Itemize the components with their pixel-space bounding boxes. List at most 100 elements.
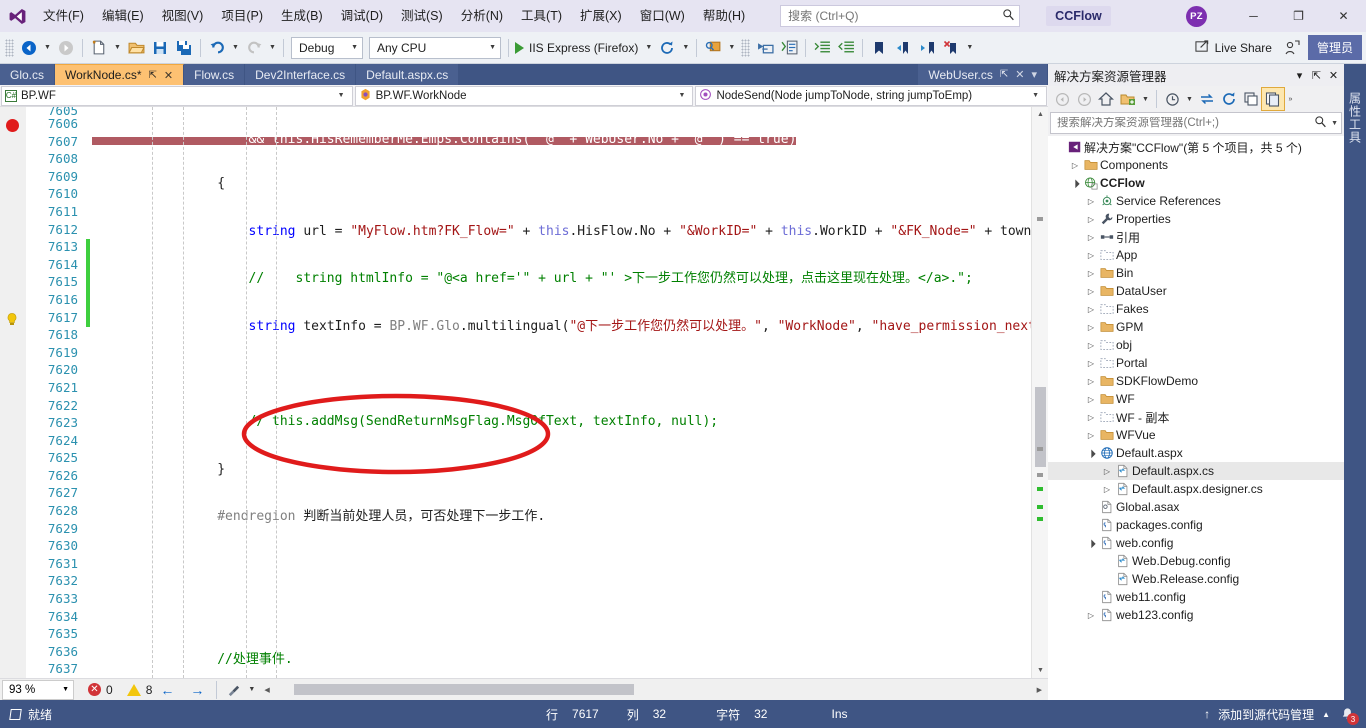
code-editor[interactable]: 7605 7606 7607 7608 7609 7610 7611 7612 …: [0, 107, 1048, 678]
toolbar-overflow-icon[interactable]: ▼: [963, 36, 976, 60]
source-control-chevron-icon[interactable]: ▲: [1322, 710, 1330, 719]
tree-item[interactable]: ▷ Service References: [1048, 192, 1344, 210]
pin-icon[interactable]: ⇱: [1000, 69, 1008, 80]
tree-item[interactable]: ▷ 引用: [1048, 228, 1344, 246]
tree-item[interactable]: ▷ DataUser: [1048, 282, 1344, 300]
tree-item[interactable]: ▷ Default.aspx.cs: [1048, 462, 1344, 480]
increase-indent-icon[interactable]: [810, 36, 834, 60]
scroll-up-icon[interactable]: ▲: [1032, 107, 1048, 122]
redo-icon[interactable]: [242, 36, 266, 60]
member-combo[interactable]: NodeSend(Node jumpToNode, string jumpToE…: [695, 85, 1047, 106]
show-all-files-dropdown-icon[interactable]: ▼: [1139, 87, 1152, 111]
tree-item[interactable]: Web.Release.config: [1048, 570, 1344, 588]
quick-actions-bulb-icon[interactable]: [6, 313, 18, 326]
collapse-all-icon[interactable]: [1240, 88, 1262, 110]
hot-reload-icon[interactable]: [655, 36, 679, 60]
previous-bookmark-icon[interactable]: [891, 36, 915, 60]
zoom-level-combo[interactable]: 93 % ▼: [2, 679, 74, 700]
tree-item[interactable]: ▷ WFVue: [1048, 426, 1344, 444]
error-count-group[interactable]: ✕ 0: [88, 683, 113, 697]
restore-button[interactable]: ❐: [1276, 0, 1321, 32]
tree-item[interactable]: ▷ GPM: [1048, 318, 1344, 336]
search-options-dropdown-icon[interactable]: ▼: [1327, 120, 1338, 127]
next-bookmark-icon[interactable]: [915, 36, 939, 60]
expand-chevron-icon[interactable]: ▷: [1084, 359, 1098, 368]
navigate-forward-icon[interactable]: [54, 36, 78, 60]
undo-icon[interactable]: [205, 36, 229, 60]
minimize-button[interactable]: ─: [1231, 0, 1276, 32]
tab-glo-cs[interactable]: Glo.cs: [0, 64, 56, 85]
forward-icon[interactable]: [1073, 88, 1095, 110]
save-icon[interactable]: [148, 36, 172, 60]
menu-build[interactable]: 生成(B): [272, 0, 332, 32]
redo-dropdown-icon[interactable]: ▼: [266, 36, 279, 60]
menu-test[interactable]: 测试(S): [392, 0, 452, 32]
code-text-area[interactable]: && this.HisRememberMe.Emps.Contains( "@"…: [86, 107, 1031, 678]
tab-flow-cs[interactable]: Flow.cs: [184, 64, 246, 85]
tab-default-aspx-cs[interactable]: Default.aspx.cs: [356, 64, 460, 85]
navigate-backward-icon[interactable]: [17, 36, 41, 60]
pending-changes-dropdown-icon[interactable]: ▼: [1183, 87, 1196, 111]
tree-item[interactable]: ▷ SDKFlowDemo: [1048, 372, 1344, 390]
editor-vertical-scrollbar[interactable]: ▲ ▼: [1031, 107, 1048, 678]
expand-chevron-icon[interactable]: ▷: [1100, 467, 1114, 476]
menu-analyze[interactable]: 分析(N): [452, 0, 512, 32]
undo-dropdown-icon[interactable]: ▼: [229, 36, 242, 60]
namespace-combo[interactable]: C# BP.WF ▼: [1, 85, 353, 106]
pin-icon[interactable]: ⇱: [149, 70, 157, 81]
tree-item[interactable]: ▷ App: [1048, 246, 1344, 264]
find-in-files-icon[interactable]: [701, 36, 725, 60]
code-cleanup-dropdown-icon[interactable]: ▼: [245, 678, 258, 702]
new-project-dropdown-icon[interactable]: ▼: [111, 36, 124, 60]
expand-chevron-icon[interactable]: ▷: [1084, 377, 1098, 386]
show-all-files-icon[interactable]: [1117, 88, 1139, 110]
tree-item[interactable]: ▷ web123.config: [1048, 606, 1344, 624]
tab-webuser-cs[interactable]: WebUser.cs ⇱ ✕ ▾: [918, 64, 1048, 85]
menu-project[interactable]: 项目(P): [212, 0, 272, 32]
start-debugging-dropdown-icon[interactable]: ▼: [642, 36, 655, 60]
start-debugging-button[interactable]: IIS Express (Firefox): [513, 36, 642, 60]
expand-chevron-icon[interactable]: ▷: [1068, 161, 1082, 170]
solution-configuration-combo[interactable]: Debug ▼: [291, 36, 363, 59]
source-control-upload-icon[interactable]: ↑: [1204, 707, 1210, 721]
search-input[interactable]: [780, 5, 1021, 27]
properties-toggle-icon[interactable]: [1261, 87, 1285, 111]
tree-item[interactable]: ▷ Components: [1048, 156, 1344, 174]
expand-chevron-icon[interactable]: ▷: [1084, 413, 1098, 422]
expand-chevron-icon[interactable]: ▷: [1084, 431, 1098, 440]
insert-mode[interactable]: Ins: [781, 707, 861, 721]
tree-item[interactable]: ▷ WF - 副本: [1048, 408, 1344, 426]
editor-horizontal-scrollbar[interactable]: ◀ ▶: [262, 682, 1044, 697]
class-combo[interactable]: BP.WF.WorkNode ▼: [354, 85, 694, 106]
menu-tools[interactable]: 工具(T): [512, 0, 571, 32]
tree-item[interactable]: ▷ Properties: [1048, 210, 1344, 228]
scroll-right-icon[interactable]: ▶: [1037, 686, 1042, 694]
scroll-down-icon[interactable]: ▼: [1032, 663, 1048, 678]
properties-toolbox-tab[interactable]: 属性工具: [1347, 92, 1364, 144]
navigate-back-arrow[interactable]: ←: [152, 682, 182, 698]
clear-bookmarks-icon[interactable]: [939, 36, 963, 60]
navigate-forward-arrow[interactable]: →: [182, 682, 212, 698]
solution-search-input[interactable]: [1057, 117, 1315, 129]
tree-item[interactable]: ◢ web.config: [1048, 534, 1344, 552]
expand-chevron-icon[interactable]: ▷: [1084, 611, 1098, 620]
find-dropdown-icon[interactable]: ▼: [725, 36, 738, 60]
warning-count-group[interactable]: 8: [126, 683, 152, 697]
code-cleanup-icon[interactable]: [221, 678, 245, 702]
user-avatar[interactable]: PZ: [1186, 5, 1207, 27]
menu-file[interactable]: 文件(F): [34, 0, 93, 32]
decrease-indent-icon[interactable]: [834, 36, 858, 60]
menu-help[interactable]: 帮助(H): [694, 0, 754, 32]
breakpoint-gutter[interactable]: [0, 107, 26, 678]
navigate-backward-dropdown-icon[interactable]: ▼: [41, 36, 54, 60]
menu-extensions[interactable]: 扩展(X): [571, 0, 631, 32]
hot-reload-dropdown-icon[interactable]: ▼: [679, 36, 692, 60]
tree-item[interactable]: ◢ Default.aspx: [1048, 444, 1344, 462]
expand-chevron-icon[interactable]: ▷: [1084, 215, 1098, 224]
scroll-left-icon[interactable]: ◀: [264, 686, 269, 694]
tab-worknode-cs[interactable]: WorkNode.cs* ⇱ ✕: [55, 64, 185, 85]
tree-item[interactable]: ▷ Default.aspx.designer.cs: [1048, 480, 1344, 498]
toolbar-grip-2[interactable]: [741, 38, 751, 57]
expand-chevron-icon[interactable]: ▷: [1084, 395, 1098, 404]
tree-item[interactable]: ▷ obj: [1048, 336, 1344, 354]
